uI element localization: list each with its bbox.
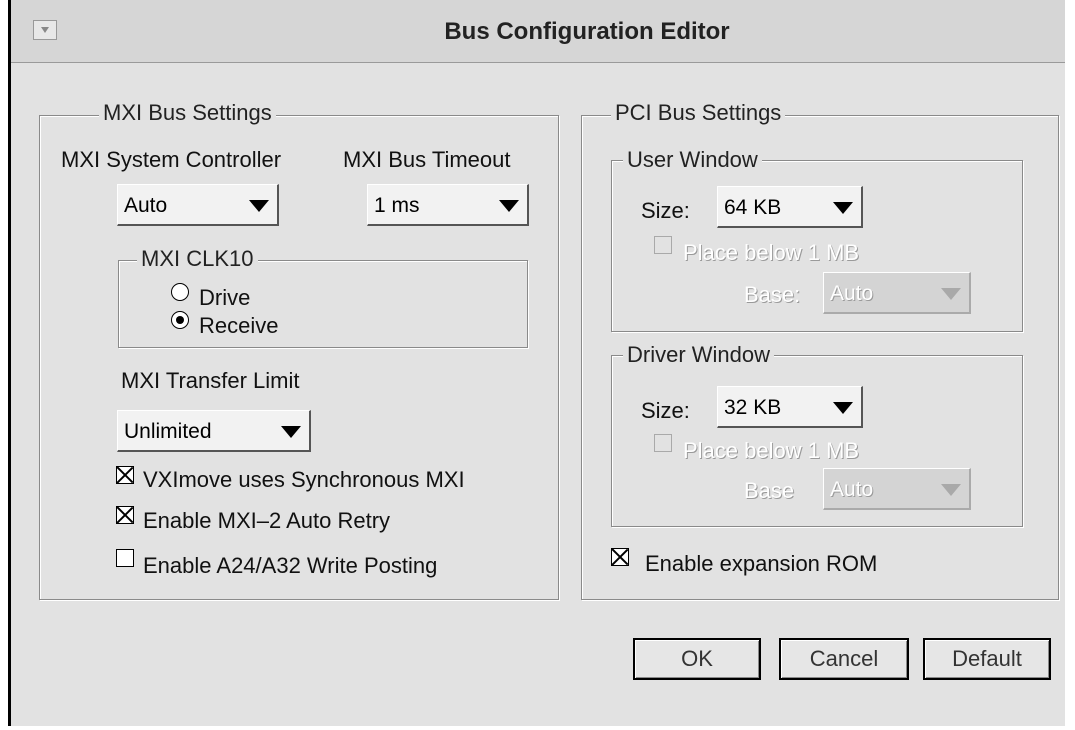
user-window-legend: User Window xyxy=(623,147,762,173)
system-controller-dropdown[interactable]: Auto xyxy=(117,184,279,226)
chevron-down-icon xyxy=(833,402,853,414)
user-size-dropdown[interactable]: 64 KB xyxy=(717,186,863,228)
user-base-value: Auto xyxy=(830,282,874,305)
bus-timeout-label: MXI Bus Timeout xyxy=(343,147,511,172)
user-size-label: Size: xyxy=(641,198,690,223)
user-base-label: Base: xyxy=(744,282,801,307)
synchronous-mxi-label: VXImove uses Synchronous MXI xyxy=(143,467,465,492)
driver-place-below-checkbox[interactable] xyxy=(654,434,672,452)
driver-size-dropdown[interactable]: 32 KB xyxy=(717,386,863,428)
chevron-down-icon xyxy=(941,288,961,300)
chevron-down-icon xyxy=(941,484,961,496)
write-posting-label: Enable A24/A32 Write Posting xyxy=(143,553,438,578)
driver-size-value: 32 KB xyxy=(724,396,782,419)
chevron-down-icon xyxy=(833,202,853,214)
pci-bus-settings-legend: PCI Bus Settings xyxy=(611,100,786,126)
mxi-bus-settings-legend: MXI Bus Settings xyxy=(99,100,276,126)
chevron-down-icon xyxy=(281,426,301,438)
title-bar[interactable]: Bus Configuration Editor xyxy=(11,0,1065,63)
auto-retry-label: Enable MXI–2 Auto Retry xyxy=(143,508,391,533)
receive-radio[interactable] xyxy=(171,311,189,329)
user-place-below-checkbox[interactable] xyxy=(654,236,672,254)
mxi-clk10-group xyxy=(118,260,528,348)
write-posting-checkbox[interactable] xyxy=(116,549,134,567)
driver-size-label: Size: xyxy=(641,398,690,423)
user-size-value: 64 KB xyxy=(724,196,782,219)
expansion-rom-label: Enable expansion ROM xyxy=(645,551,878,576)
transfer-limit-dropdown[interactable]: Unlimited xyxy=(117,410,311,452)
driver-window-legend: Driver Window xyxy=(623,342,775,368)
drive-radio[interactable] xyxy=(171,283,189,301)
ok-button[interactable]: OK xyxy=(633,638,761,680)
auto-retry-checkbox[interactable] xyxy=(116,506,134,524)
transfer-limit-label: MXI Transfer Limit xyxy=(121,368,300,393)
receive-label: Receive xyxy=(199,313,279,338)
cancel-button[interactable]: Cancel xyxy=(779,638,909,680)
bus-timeout-value: 1 ms xyxy=(374,194,420,217)
user-base-dropdown[interactable]: Auto xyxy=(823,272,971,314)
window-title: Bus Configuration Editor xyxy=(444,18,730,45)
system-controller-value: Auto xyxy=(124,194,168,217)
mxi-clk10-legend: MXI CLK10 xyxy=(137,246,258,272)
default-button[interactable]: Default xyxy=(923,638,1051,680)
chevron-down-icon xyxy=(249,200,269,212)
chevron-down-icon xyxy=(499,200,519,212)
driver-base-label: Base xyxy=(744,478,795,503)
driver-place-below-label: Place below 1 MB xyxy=(683,438,860,463)
system-controller-label: MXI System Controller xyxy=(61,147,282,172)
driver-base-dropdown[interactable]: Auto xyxy=(823,468,971,510)
bus-timeout-dropdown[interactable]: 1 ms xyxy=(367,184,529,226)
expansion-rom-checkbox[interactable] xyxy=(611,548,629,566)
dialog-window: Bus Configuration Editor MXI Bus Setting… xyxy=(8,0,1065,726)
synchronous-mxi-checkbox[interactable] xyxy=(116,466,134,484)
drive-label: Drive xyxy=(199,285,251,310)
user-place-below-label: Place below 1 MB xyxy=(683,240,860,265)
transfer-limit-value: Unlimited xyxy=(124,420,212,443)
driver-base-value: Auto xyxy=(830,478,874,501)
